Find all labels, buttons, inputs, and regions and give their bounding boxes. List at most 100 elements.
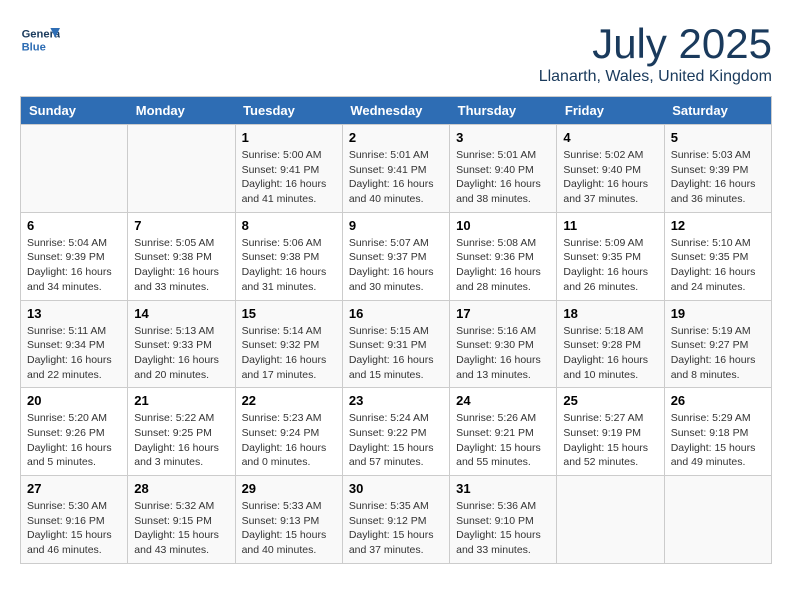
day-number: 14 xyxy=(134,306,228,321)
calendar-cell: 2 Sunrise: 5:01 AM Sunset: 9:41 PM Daylig… xyxy=(342,125,449,213)
day-info: Sunrise: 5:35 AM Sunset: 9:12 PM Dayligh… xyxy=(349,499,443,558)
day-info: Sunrise: 5:24 AM Sunset: 9:22 PM Dayligh… xyxy=(349,411,443,470)
calendar-cell: 22Sunrise: 5:23 AM Sunset: 9:24 PM Dayli… xyxy=(235,388,342,476)
day-number: 2 xyxy=(349,130,443,145)
calendar-cell: 28 Sunrise: 5:32 AM Sunset: 9:15 PM Dayli… xyxy=(128,476,235,564)
day-number: 11 xyxy=(563,218,657,233)
day-number: 9 xyxy=(349,218,443,233)
calendar-cell: 17 Sunrise: 5:16 AM Sunset: 9:30 PM Dayli… xyxy=(450,300,557,388)
day-number: 29 xyxy=(242,481,336,496)
day-number: 30 xyxy=(349,481,443,496)
day-info: Sunrise: 5:01 AM Sunset: 9:40 PM Dayligh… xyxy=(456,148,550,207)
calendar-cell: 20 Sunrise: 5:20 AM Sunset: 9:26 PM Dayli… xyxy=(21,388,128,476)
day-info: Sunrise: 5:19 AM Sunset: 9:27 PM Dayligh… xyxy=(671,324,765,383)
day-number: 22 xyxy=(242,393,336,408)
calendar-header-row: SundayMondayTuesdayWednesdayThursdayFrid… xyxy=(21,97,772,125)
day-number: 27 xyxy=(27,481,121,496)
day-number: 17 xyxy=(456,306,550,321)
weekday-header-tuesday: Tuesday xyxy=(235,97,342,125)
day-info: Sunrise: 5:32 AM Sunset: 9:15 PM Dayligh… xyxy=(134,499,228,558)
day-info: Sunrise: 5:09 AM Sunset: 9:35 PM Dayligh… xyxy=(563,236,657,295)
weekday-header-sunday: Sunday xyxy=(21,97,128,125)
day-info: Sunrise: 5:07 AM Sunset: 9:37 PM Dayligh… xyxy=(349,236,443,295)
calendar-cell: 15 Sunrise: 5:14 AM Sunset: 9:32 PM Dayli… xyxy=(235,300,342,388)
day-info: Sunrise: 5:03 AM Sunset: 9:39 PM Dayligh… xyxy=(671,148,765,207)
title-area: July 2025 Llanarth, Wales, United Kingdo… xyxy=(539,20,772,86)
calendar-cell: 11 Sunrise: 5:09 AM Sunset: 9:35 PM Dayli… xyxy=(557,212,664,300)
weekday-header-wednesday: Wednesday xyxy=(342,97,449,125)
calendar-cell: 13Sunrise: 5:11 AM Sunset: 9:34 PM Dayli… xyxy=(21,300,128,388)
day-info: Sunrise: 5:10 AM Sunset: 9:35 PM Dayligh… xyxy=(671,236,765,295)
day-info: Sunrise: 5:13 AM Sunset: 9:33 PM Dayligh… xyxy=(134,324,228,383)
svg-text:Blue: Blue xyxy=(22,41,46,53)
weekday-header-friday: Friday xyxy=(557,97,664,125)
calendar-week-row: 27 Sunrise: 5:30 AM Sunset: 9:16 PM Dayli… xyxy=(21,476,772,564)
day-info: Sunrise: 5:05 AM Sunset: 9:38 PM Dayligh… xyxy=(134,236,228,295)
day-info: Sunrise: 5:00 AM Sunset: 9:41 PM Dayligh… xyxy=(242,148,336,207)
calendar-cell: 21Sunrise: 5:22 AM Sunset: 9:25 PM Dayli… xyxy=(128,388,235,476)
day-number: 26 xyxy=(671,393,765,408)
day-info: Sunrise: 5:04 AM Sunset: 9:39 PM Dayligh… xyxy=(27,236,121,295)
day-number: 13 xyxy=(27,306,121,321)
day-number: 6 xyxy=(27,218,121,233)
calendar-cell: 31Sunrise: 5:36 AM Sunset: 9:10 PM Dayli… xyxy=(450,476,557,564)
day-info: Sunrise: 5:29 AM Sunset: 9:18 PM Dayligh… xyxy=(671,411,765,470)
day-number: 4 xyxy=(563,130,657,145)
day-info: Sunrise: 5:14 AM Sunset: 9:32 PM Dayligh… xyxy=(242,324,336,383)
calendar-week-row: 6 Sunrise: 5:04 AM Sunset: 9:39 PM Daylig… xyxy=(21,212,772,300)
calendar-cell xyxy=(664,476,771,564)
day-info: Sunrise: 5:01 AM Sunset: 9:41 PM Dayligh… xyxy=(349,148,443,207)
day-info: Sunrise: 5:30 AM Sunset: 9:16 PM Dayligh… xyxy=(27,499,121,558)
day-number: 20 xyxy=(27,393,121,408)
calendar-cell: 18 Sunrise: 5:18 AM Sunset: 9:28 PM Dayli… xyxy=(557,300,664,388)
day-info: Sunrise: 5:15 AM Sunset: 9:31 PM Dayligh… xyxy=(349,324,443,383)
calendar-cell: 14 Sunrise: 5:13 AM Sunset: 9:33 PM Dayli… xyxy=(128,300,235,388)
day-number: 19 xyxy=(671,306,765,321)
day-number: 28 xyxy=(134,481,228,496)
calendar-cell: 26 Sunrise: 5:29 AM Sunset: 9:18 PM Dayli… xyxy=(664,388,771,476)
day-number: 7 xyxy=(134,218,228,233)
calendar-cell: 5 Sunrise: 5:03 AM Sunset: 9:39 PM Daylig… xyxy=(664,125,771,213)
calendar-cell: 7 Sunrise: 5:05 AM Sunset: 9:38 PM Daylig… xyxy=(128,212,235,300)
day-number: 21 xyxy=(134,393,228,408)
calendar-cell: 3 Sunrise: 5:01 AM Sunset: 9:40 PM Daylig… xyxy=(450,125,557,213)
calendar-cell: 9 Sunrise: 5:07 AM Sunset: 9:37 PM Daylig… xyxy=(342,212,449,300)
day-number: 15 xyxy=(242,306,336,321)
day-number: 5 xyxy=(671,130,765,145)
day-number: 1 xyxy=(242,130,336,145)
day-info: Sunrise: 5:27 AM Sunset: 9:19 PM Dayligh… xyxy=(563,411,657,470)
day-info: Sunrise: 5:06 AM Sunset: 9:38 PM Dayligh… xyxy=(242,236,336,295)
weekday-header-monday: Monday xyxy=(128,97,235,125)
day-info: Sunrise: 5:26 AM Sunset: 9:21 PM Dayligh… xyxy=(456,411,550,470)
logo-icon: General Blue xyxy=(20,20,60,60)
day-number: 24 xyxy=(456,393,550,408)
calendar-week-row: 20 Sunrise: 5:20 AM Sunset: 9:26 PM Dayli… xyxy=(21,388,772,476)
calendar-cell: 12 Sunrise: 5:10 AM Sunset: 9:35 PM Dayli… xyxy=(664,212,771,300)
day-info: Sunrise: 5:16 AM Sunset: 9:30 PM Dayligh… xyxy=(456,324,550,383)
calendar-cell: 1 Sunrise: 5:00 AM Sunset: 9:41 PM Daylig… xyxy=(235,125,342,213)
day-info: Sunrise: 5:33 AM Sunset: 9:13 PM Dayligh… xyxy=(242,499,336,558)
day-number: 18 xyxy=(563,306,657,321)
calendar-cell xyxy=(21,125,128,213)
day-info: Sunrise: 5:20 AM Sunset: 9:26 PM Dayligh… xyxy=(27,411,121,470)
logo: General Blue xyxy=(20,20,64,60)
day-number: 16 xyxy=(349,306,443,321)
day-info: Sunrise: 5:36 AM Sunset: 9:10 PM Dayligh… xyxy=(456,499,550,558)
calendar-cell: 29 Sunrise: 5:33 AM Sunset: 9:13 PM Dayli… xyxy=(235,476,342,564)
day-number: 12 xyxy=(671,218,765,233)
calendar-cell xyxy=(557,476,664,564)
calendar-week-row: 1 Sunrise: 5:00 AM Sunset: 9:41 PM Daylig… xyxy=(21,125,772,213)
day-info: Sunrise: 5:02 AM Sunset: 9:40 PM Dayligh… xyxy=(563,148,657,207)
page-header: General Blue July 2025 Llanarth, Wales, … xyxy=(20,20,772,86)
day-number: 8 xyxy=(242,218,336,233)
calendar-cell: 10Sunrise: 5:08 AM Sunset: 9:36 PM Dayli… xyxy=(450,212,557,300)
calendar-cell: 25Sunrise: 5:27 AM Sunset: 9:19 PM Dayli… xyxy=(557,388,664,476)
calendar-week-row: 13Sunrise: 5:11 AM Sunset: 9:34 PM Dayli… xyxy=(21,300,772,388)
weekday-header-saturday: Saturday xyxy=(664,97,771,125)
day-number: 3 xyxy=(456,130,550,145)
calendar-cell: 23Sunrise: 5:24 AM Sunset: 9:22 PM Dayli… xyxy=(342,388,449,476)
weekday-header-thursday: Thursday xyxy=(450,97,557,125)
location-subtitle: Llanarth, Wales, United Kingdom xyxy=(539,68,772,86)
day-info: Sunrise: 5:18 AM Sunset: 9:28 PM Dayligh… xyxy=(563,324,657,383)
calendar-cell: 4 Sunrise: 5:02 AM Sunset: 9:40 PM Daylig… xyxy=(557,125,664,213)
